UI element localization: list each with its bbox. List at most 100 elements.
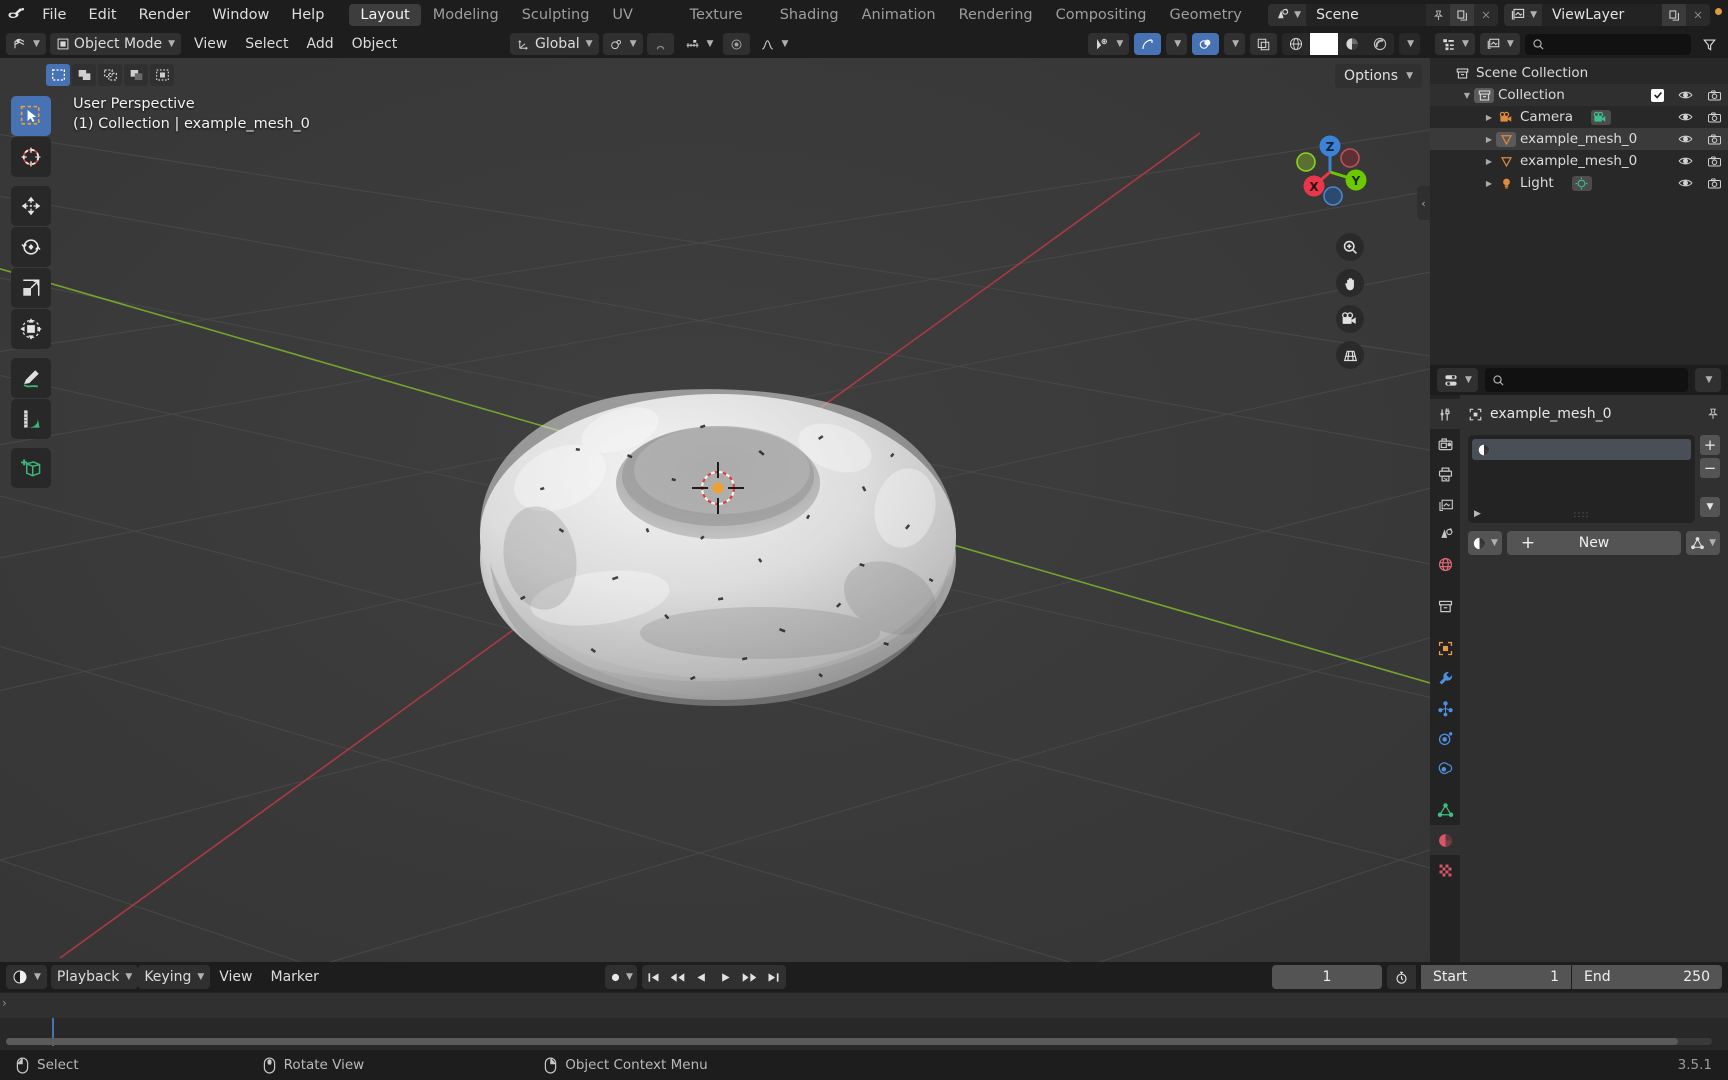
properties-editor-icon[interactable]: ▼	[1437, 368, 1478, 392]
workspace-tab-geometry-nodes[interactable]: Geometry Nodes	[1159, 4, 1269, 45]
workspace-tab-layout[interactable]: Layout	[349, 4, 421, 26]
solid-shading[interactable]	[1310, 33, 1339, 55]
timeline-menu-marker[interactable]: Marker	[262, 966, 328, 988]
outliner-row-example_mesh_0[interactable]: ▶ example_mesh_0	[1430, 150, 1728, 172]
outliner-row-light[interactable]: ▶ Light	[1430, 172, 1728, 194]
scene-tab[interactable]	[1430, 519, 1460, 549]
collection-tab[interactable]	[1430, 591, 1460, 621]
light-data-icon[interactable]	[1571, 175, 1592, 191]
visibility-eye-icon[interactable]	[1678, 177, 1693, 189]
workspace-tab-rendering[interactable]: Rendering	[948, 4, 1044, 26]
navigation-gizmo[interactable]: Z Y X	[1288, 130, 1372, 214]
jump-prev-keyframe-icon[interactable]	[666, 965, 690, 989]
outliner-display-mode-icon[interactable]: ▼	[1435, 33, 1475, 55]
expand-triangle[interactable]: ▼	[1460, 91, 1474, 100]
lasso-select[interactable]	[124, 64, 148, 86]
viewlayer-tab[interactable]	[1430, 489, 1460, 519]
jump-to-start-icon[interactable]	[642, 965, 666, 989]
material-specials-menu[interactable]: ▼	[1700, 497, 1720, 517]
workspace-tab-animation[interactable]: Animation	[851, 4, 947, 26]
viewlayer-selector[interactable]: ▼ ViewLayer	[1504, 4, 1710, 26]
end-frame-field[interactable]: End 250	[1572, 965, 1722, 989]
shading-dropdown[interactable]: ▼	[1399, 33, 1420, 55]
tweak-tool[interactable]	[11, 96, 51, 136]
duplicate-icon[interactable]	[1662, 4, 1686, 26]
extend-select[interactable]	[150, 64, 174, 86]
editor-type-3dview-icon[interactable]: ▼	[6, 33, 46, 55]
visibility-eye-icon[interactable]	[1678, 89, 1693, 101]
viewport-menu-view[interactable]: View	[185, 33, 236, 55]
world-tab[interactable]	[1430, 549, 1460, 579]
render-camera-icon[interactable]	[1707, 111, 1722, 124]
object-tab[interactable]	[1430, 633, 1460, 663]
pin-icon[interactable]	[1706, 407, 1720, 421]
x-icon[interactable]	[1474, 4, 1499, 26]
transform-tool[interactable]	[11, 309, 51, 349]
workspace-tab-shading[interactable]: Shading	[769, 4, 850, 26]
material-list-grip[interactable]: ::::	[1468, 510, 1695, 520]
object-visibility-icon[interactable]: ▼	[1088, 33, 1130, 55]
viewport-menu-add[interactable]: Add	[297, 33, 342, 55]
outliner-row-scene-collection[interactable]: Scene Collection	[1430, 62, 1728, 84]
box-select[interactable]	[72, 64, 96, 86]
data-tab[interactable]	[1430, 795, 1460, 825]
workspace-tab-compositing[interactable]: Compositing	[1045, 4, 1158, 26]
snap-increment-icon[interactable]: ▼	[678, 33, 720, 55]
timeline-scrollbar[interactable]	[6, 1038, 1712, 1045]
viewport-menu-object[interactable]: Object	[343, 33, 407, 55]
workspace-tab-sculpting[interactable]: Sculpting	[511, 4, 601, 26]
add-cube-tool[interactable]	[11, 448, 51, 488]
outliner-search-input[interactable]	[1524, 33, 1691, 55]
filter-funnel-icon[interactable]	[1696, 33, 1723, 55]
ortho-persp-icon[interactable]	[1336, 341, 1364, 369]
play-icon[interactable]	[714, 965, 738, 989]
expand-triangle[interactable]: ▶	[1482, 157, 1496, 166]
transform-orientation-selector[interactable]: Global ▼	[510, 33, 599, 55]
cursor-tool[interactable]	[11, 137, 51, 177]
render-camera-icon[interactable]	[1707, 155, 1722, 168]
viewlayer-icon[interactable]: ▼	[1504, 4, 1542, 26]
new-material-button[interactable]: + New	[1506, 531, 1682, 555]
scale-tool[interactable]	[11, 268, 51, 308]
timeline-editor-icon[interactable]: ▼	[6, 965, 47, 989]
pan-hand-icon[interactable]	[1336, 269, 1364, 297]
play-reverse-icon[interactable]	[690, 965, 714, 989]
menu-help[interactable]: Help	[280, 4, 335, 26]
viewport-menu-select[interactable]: Select	[236, 33, 297, 55]
gizmo-dropdown[interactable]: ▼	[1166, 33, 1188, 55]
viewport-canvas[interactable]: Options ▼ User Perspective (1) Collectio…	[0, 58, 1430, 962]
scene-selector[interactable]: ▼ Scene	[1268, 4, 1499, 26]
x-icon[interactable]	[1686, 4, 1710, 26]
outliner-row-example_mesh_0[interactable]: ▶ example_mesh_0	[1430, 128, 1728, 150]
properties-search-input[interactable]	[1484, 368, 1688, 392]
proportional-edit-icon[interactable]	[723, 33, 751, 55]
visibility-eye-icon[interactable]	[1678, 133, 1693, 145]
expand-triangle[interactable]: ▶	[1482, 113, 1496, 122]
material-link-selector[interactable]: ▼	[1686, 531, 1720, 555]
annotate-tool[interactable]	[11, 358, 51, 398]
workspace-tab-uv-editing[interactable]: UV Editing	[601, 4, 677, 45]
pin-icon[interactable]	[1426, 4, 1451, 26]
scene-name[interactable]: Scene	[1306, 4, 1427, 26]
material-tab[interactable]	[1430, 825, 1460, 855]
material-slot-list[interactable]: ▶ ::::	[1468, 435, 1695, 523]
physics-tab[interactable]	[1430, 723, 1460, 753]
workspace-tab-texture-paint[interactable]: Texture Paint	[679, 4, 768, 45]
modifiers-tab[interactable]	[1430, 663, 1460, 693]
overlays-dropdown[interactable]: ▼	[1224, 33, 1246, 55]
timeline-track-area[interactable]	[0, 992, 1728, 1018]
scene-data-icon[interactable]: ▼	[1479, 33, 1520, 55]
render-camera-icon[interactable]	[1707, 133, 1722, 146]
render-camera-icon[interactable]	[1707, 89, 1722, 102]
duplicate-icon[interactable]	[1450, 4, 1475, 26]
falloff-curve-icon[interactable]: ▼	[754, 33, 794, 55]
zoom-icon[interactable]	[1336, 233, 1364, 261]
start-frame-field[interactable]: Start 1	[1421, 965, 1571, 989]
chevron-down-icon[interactable]: ▼	[1695, 368, 1721, 392]
remove-material-slot-button[interactable]: −	[1700, 458, 1720, 478]
rotate-tool[interactable]	[11, 227, 51, 267]
material-preview-shading[interactable]	[1338, 33, 1366, 55]
jump-to-end-icon[interactable]	[762, 965, 786, 989]
browse-material-button[interactable]: ▼	[1468, 531, 1502, 555]
sidebar-collapse-arrow[interactable]: ‹	[1417, 186, 1430, 220]
